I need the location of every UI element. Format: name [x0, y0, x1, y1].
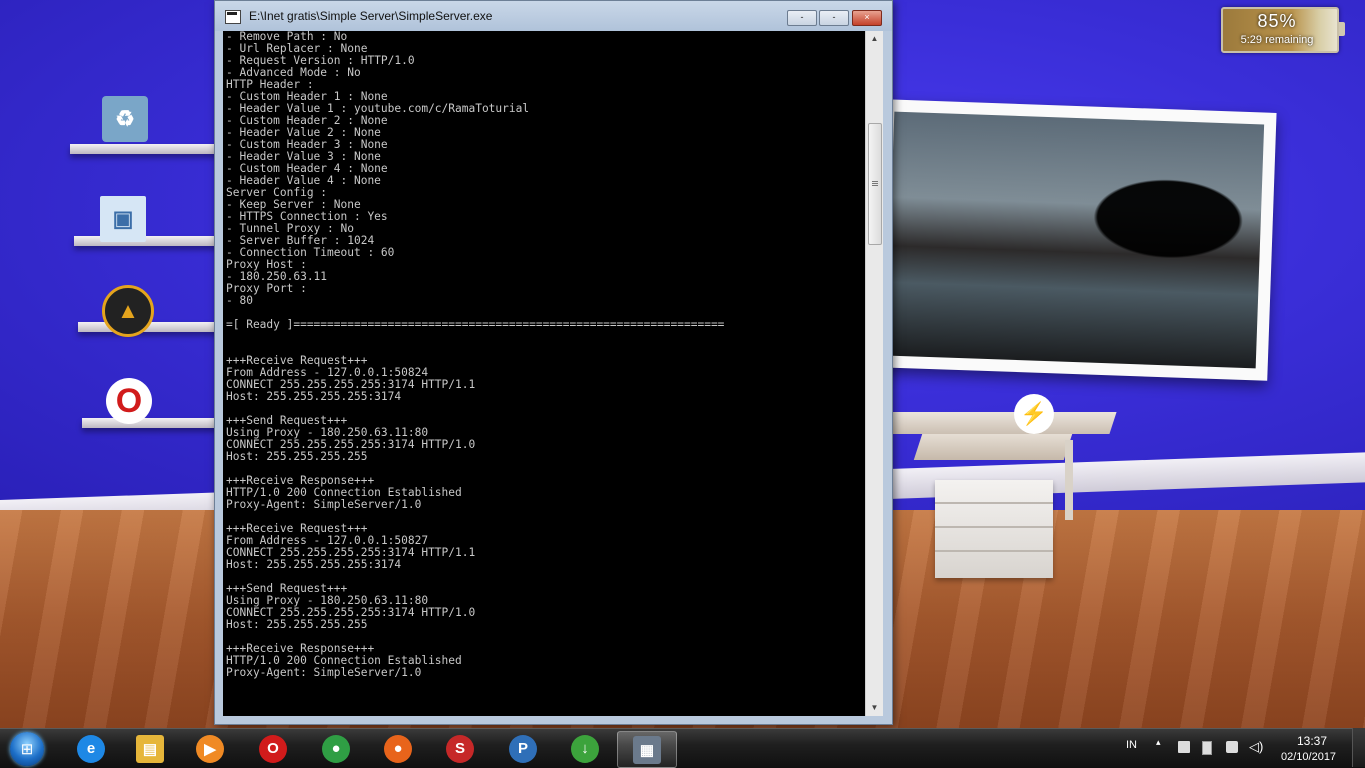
show-desktop-button[interactable] [1352, 728, 1365, 767]
console-app-icon[interactable] [225, 10, 241, 24]
clock-date[interactable]: 02/10/2017 [1281, 751, 1336, 763]
window-titlebar[interactable]: E:\Inet gratis\Simple Server\SimpleServe… [215, 1, 892, 31]
scroll-up-arrow-icon[interactable]: ▲ [866, 31, 883, 47]
aimp-icon[interactable]: ▲ [102, 285, 154, 337]
network-icon: P [509, 734, 537, 763]
internet-explorer-icon: e [77, 734, 105, 763]
taskbar-console-window[interactable]: ▦ [617, 731, 677, 768]
taskbar: ⊞ e ▤ ▶ O ● ● S P ↓ ▦ [0, 728, 1365, 768]
taskbar-network-app[interactable]: P [494, 731, 552, 766]
taskbar-opera[interactable]: O [244, 731, 302, 766]
control-panel-icon[interactable]: ▣ [100, 196, 146, 242]
taskbar-internet-explorer[interactable]: e [62, 731, 120, 766]
battery-remaining: 5:29 remaining [1240, 34, 1314, 46]
close-button[interactable]: × [852, 10, 882, 26]
language-indicator[interactable]: IN [1126, 739, 1137, 751]
taskbar-simple-server[interactable]: S [431, 731, 489, 766]
clock-time[interactable]: 13:37 [1297, 734, 1327, 748]
wallpaper-shelf [82, 418, 220, 428]
scrollbar-thumb[interactable] [868, 123, 882, 245]
windows-logo-icon: ⊞ [10, 731, 44, 766]
maximize-button[interactable]: - [819, 10, 849, 26]
wallpaper-desk [913, 434, 1073, 460]
network-status-icon[interactable] [1178, 741, 1190, 753]
scrollbar-grip-icon [872, 181, 878, 182]
scroll-down-arrow-icon[interactable]: ▼ [866, 700, 883, 716]
taskbar-file-explorer[interactable]: ▤ [121, 731, 179, 766]
tray-arrow-icon[interactable]: ▴ [1156, 737, 1161, 748]
wallpaper-photo-frame [873, 99, 1277, 381]
battery-percent: 85% [1257, 11, 1297, 31]
opera-icon: O [259, 734, 287, 763]
folder-icon: ▤ [136, 734, 164, 763]
console-text: - Remove Path : No - Url Replacer : None… [226, 31, 725, 679]
wallpaper-cabinet [935, 480, 1053, 578]
console-icon: ▦ [633, 735, 661, 764]
wallpaper-desk-leg [1065, 440, 1073, 520]
taskbar-download-manager[interactable]: ↓ [556, 731, 614, 766]
battery-terminal [1339, 22, 1345, 36]
taskbar-chrome[interactable]: ● [307, 731, 365, 766]
simple-server-icon: S [446, 734, 474, 763]
battery-gadget: 85% 5:29 remaining [1221, 7, 1345, 53]
wallpaper-desk [884, 412, 1117, 434]
start-button[interactable]: ⊞ [4, 729, 50, 768]
wallpaper-shelf [74, 236, 220, 246]
chrome-icon: ● [322, 734, 350, 763]
console-window[interactable]: E:\Inet gratis\Simple Server\SimpleServe… [214, 0, 893, 725]
media-player-icon: ▶ [196, 734, 224, 763]
firefox-icon: ● [384, 734, 412, 763]
action-center-flag-icon[interactable] [1226, 741, 1238, 753]
minimize-button[interactable]: - [787, 10, 817, 26]
taskbar-media-player[interactable]: ▶ [181, 731, 239, 766]
wallpaper-shelf [70, 144, 220, 154]
taskbar-firefox[interactable]: ● [369, 731, 427, 766]
volume-icon[interactable]: ◁) [1249, 739, 1263, 755]
download-manager-icon: ↓ [571, 734, 599, 763]
battery-tray-icon[interactable] [1202, 741, 1212, 755]
console-output[interactable]: - Remove Path : No - Url Replacer : None… [223, 31, 865, 716]
window-title: E:\Inet gratis\Simple Server\SimpleServe… [249, 9, 493, 23]
simple-server-desktop-icon[interactable]: ⚡ [1014, 394, 1054, 434]
vertical-scrollbar[interactable]: ▲ ▼ [865, 31, 883, 716]
wallpaper-photo [885, 111, 1265, 369]
recycle-bin-icon[interactable]: ♻ [102, 96, 148, 142]
opera-desktop-icon[interactable]: O [106, 378, 152, 424]
